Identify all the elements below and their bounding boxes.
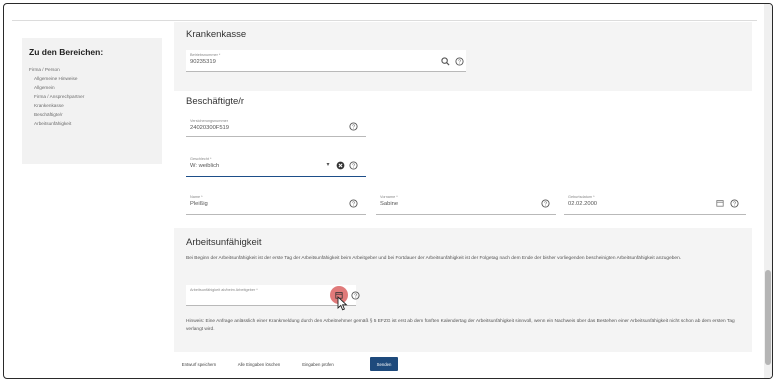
svg-text:?: ? (354, 293, 357, 299)
search-icon[interactable] (440, 56, 450, 66)
scrollbar-thumb[interactable] (765, 270, 771, 365)
sidebar-item-firma-ansprechpartner[interactable]: Firma / Ansprechpartner (29, 92, 84, 101)
top-divider (12, 20, 757, 21)
help-icon[interactable]: ? (729, 198, 739, 208)
help-icon[interactable]: ? (348, 198, 358, 208)
versicherungsnummer-field[interactable]: Versicherungsnummer 24020300F519 ? (186, 116, 366, 137)
clear-icon[interactable] (335, 160, 345, 170)
beschaeftigte-title: Beschäftigte/r (186, 96, 245, 107)
betriebsnummer-value: 90235319 (190, 59, 216, 65)
calendar-icon[interactable] (715, 198, 725, 208)
vorname-field[interactable]: Vorname * Sabine ? (376, 192, 556, 215)
help-icon[interactable]: ? (348, 160, 358, 170)
svg-text:?: ? (352, 163, 355, 169)
send-button[interactable]: Senden (370, 357, 398, 371)
mouse-cursor-icon (336, 295, 348, 311)
geschlecht-value: W: weiblich (190, 163, 220, 169)
help-icon[interactable]: ? (454, 56, 464, 66)
versicherungsnummer-label: Versicherungsnummer (190, 119, 228, 123)
sidebar-item-beschaeftigte[interactable]: Beschäftigte/r (29, 110, 84, 119)
sidebar-item-krankenkasse[interactable]: Krankenkasse (29, 101, 84, 110)
geschlecht-select[interactable]: Geschlecht * W: weiblich ▾ ? (186, 154, 366, 177)
sidebar-item-firma-person[interactable]: Firma / Person (29, 65, 84, 74)
sidebar-item-allgemein[interactable]: Allgemein (29, 83, 84, 92)
arbeitsunfaehigkeit-section: Arbeitsunfähigkeit Bei Beginn der Arbeit… (174, 228, 752, 352)
betriebsnummer-label: Betriebsnummer * (190, 53, 221, 57)
sidebar-heading: Zu den Bereichen: (29, 47, 104, 57)
betriebsnummer-field[interactable]: Betriebsnummer * 90235319 ? (186, 50, 466, 72)
geschlecht-label: Geschlecht * (190, 157, 212, 161)
help-icon[interactable]: ? (350, 290, 360, 300)
check-inputs-button[interactable]: Eingaben prüfen (297, 357, 339, 371)
name-value: Pleißig (190, 201, 208, 207)
svg-text:?: ? (733, 201, 736, 207)
sidebar-list: Firma / Person Allgemeine Hinweise Allge… (29, 65, 84, 128)
sidebar-item-allgemeine-hinweise[interactable]: Allgemeine Hinweise (29, 74, 84, 83)
versicherungsnummer-value: 24020300F519 (190, 125, 230, 131)
clear-all-button[interactable]: Alle Eingaben löschen (234, 357, 284, 371)
svg-text:?: ? (544, 201, 547, 207)
svg-text:?: ? (458, 59, 461, 65)
geburtsdatum-field[interactable]: Geburtsdatum * 02.02.2000 ? (564, 192, 746, 215)
geburtsdatum-label: Geburtsdatum * (568, 195, 595, 199)
name-label: Name * (190, 195, 203, 199)
help-icon[interactable]: ? (348, 121, 358, 131)
svg-text:?: ? (352, 201, 355, 207)
name-field[interactable]: Name * Pleißig ? (186, 192, 366, 215)
arbeitsunfaehigkeit-hint: Hinweis: Eine Anfrage anlässlich einer K… (186, 319, 735, 332)
svg-text:?: ? (352, 124, 355, 130)
chevron-down-icon[interactable]: ▾ (324, 160, 332, 170)
geburtsdatum-value: 02.02.2000 (568, 201, 598, 207)
browser-frame: Zu den Bereichen: Firma / Person Allgeme… (3, 3, 773, 379)
vorname-value: Sabine (380, 201, 399, 207)
krankenkasse-section: Krankenkasse Betriebsnummer * 90235319 ? (174, 22, 752, 91)
sidebar-item-arbeitsunfaehigkeit[interactable]: Arbeitsunfähigkeit (29, 119, 84, 128)
arbeitsunfaehigkeit-intro: Bei Beginn der Arbeitsunfähigkeit ist de… (186, 256, 682, 261)
help-icon[interactable]: ? (540, 198, 550, 208)
arbeitsunfaehigkeit-date-field[interactable]: Arbeitsunfähigkeit ab/beim Arbeitgeber *… (186, 285, 360, 310)
action-bar: Entwurf speichern Alle Eingaben löschen … (174, 352, 752, 378)
arbeitsunfaehigkeit-date-label: Arbeitsunfähigkeit ab/beim Arbeitgeber * (190, 288, 258, 292)
krankenkasse-title: Krankenkasse (186, 29, 247, 40)
sidebar-navigation: Zu den Bereichen: Firma / Person Allgeme… (22, 38, 162, 164)
vorname-label: Vorname * (380, 195, 398, 199)
arbeitsunfaehigkeit-title: Arbeitsunfähigkeit (186, 237, 262, 248)
save-draft-button[interactable]: Entwurf speichern (176, 357, 222, 371)
